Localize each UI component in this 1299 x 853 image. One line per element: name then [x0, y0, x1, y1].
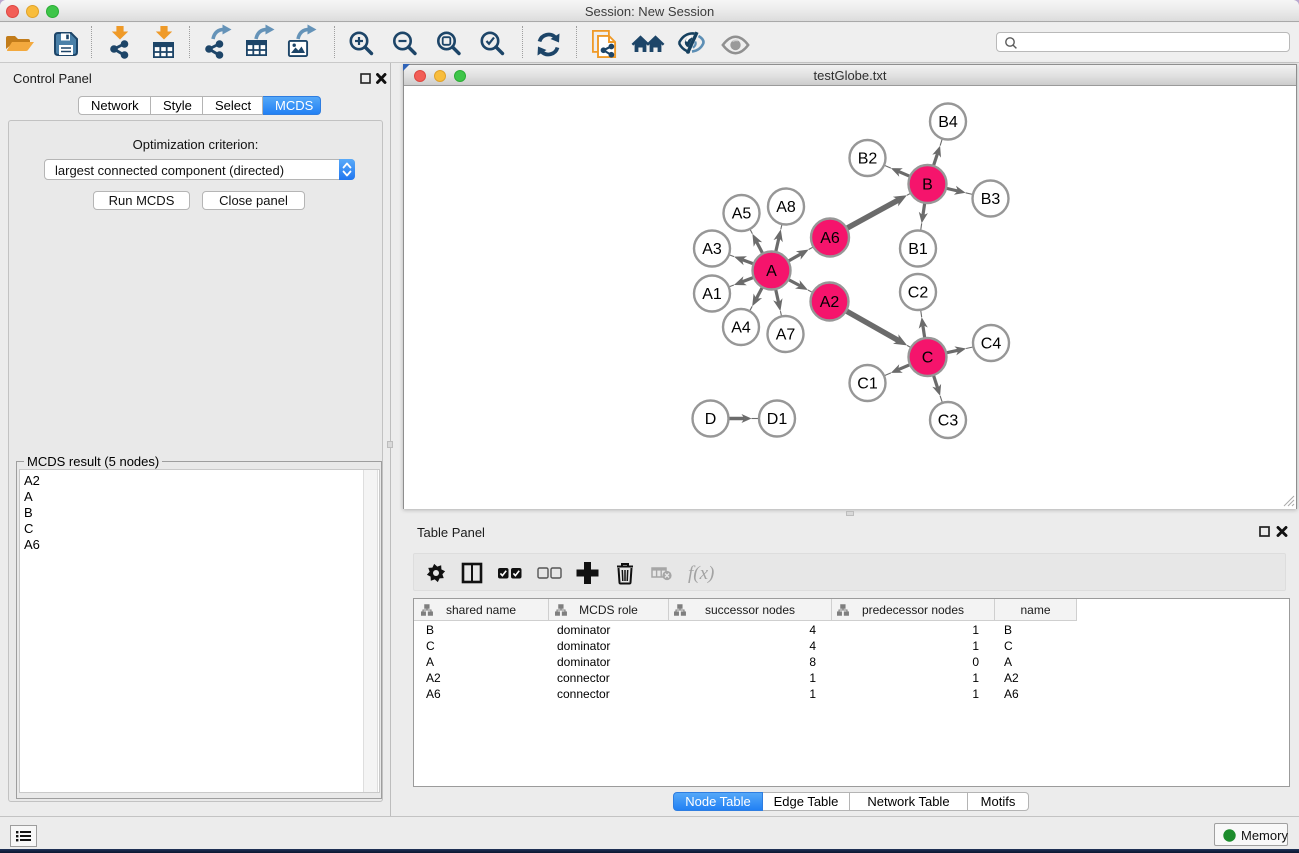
svg-text:C: C: [922, 350, 934, 367]
svg-text:B4: B4: [938, 114, 958, 131]
svg-text:A8: A8: [776, 199, 796, 216]
svg-text:A4: A4: [731, 320, 751, 337]
svg-text:A7: A7: [776, 327, 796, 344]
svg-text:B2: B2: [858, 151, 878, 168]
svg-text:f(x): f(x): [688, 563, 714, 584]
svg-text:A5: A5: [732, 206, 752, 223]
svg-text:B3: B3: [981, 191, 1001, 208]
svg-text:A: A: [766, 263, 777, 280]
svg-text:A3: A3: [702, 241, 722, 258]
svg-text:A1: A1: [702, 286, 722, 303]
svg-text:B1: B1: [908, 241, 928, 258]
svg-text:D: D: [705, 411, 717, 428]
svg-text:C2: C2: [908, 285, 929, 302]
svg-text:A2: A2: [820, 294, 840, 311]
svg-text:C3: C3: [938, 413, 959, 430]
svg-text:C1: C1: [857, 376, 878, 393]
svg-text:D1: D1: [767, 411, 788, 428]
svg-text:C4: C4: [981, 336, 1002, 353]
svg-text:A6: A6: [820, 230, 840, 247]
svg-text:B: B: [922, 177, 933, 194]
